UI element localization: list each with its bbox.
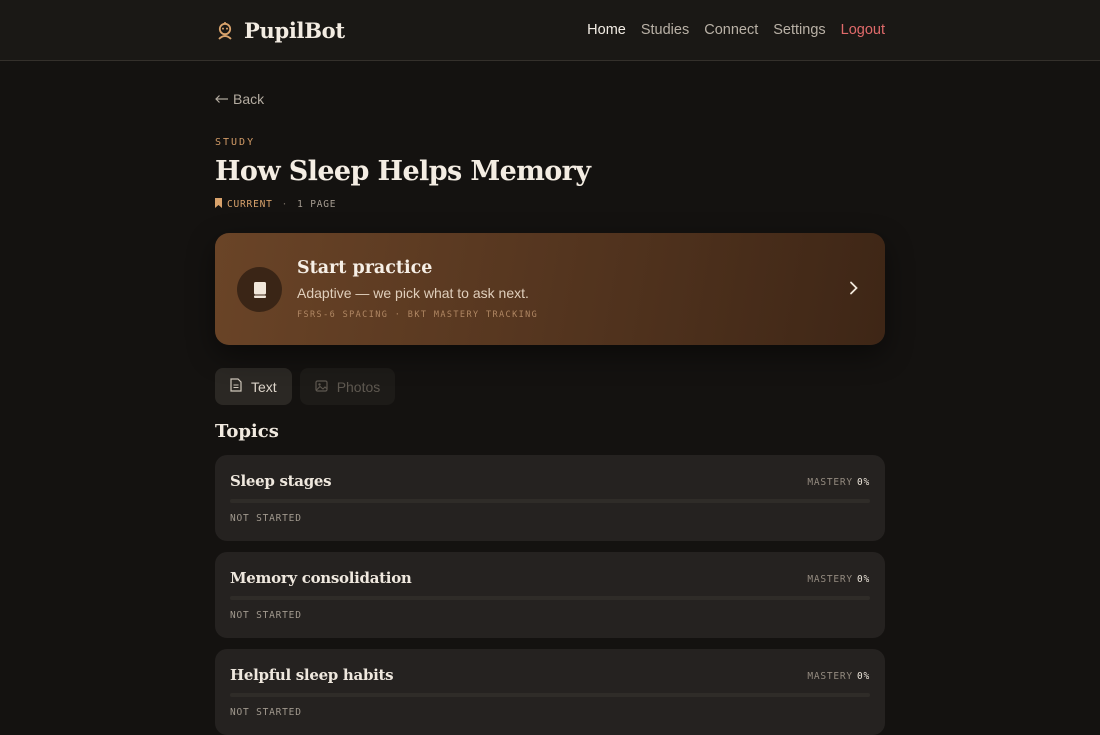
mastery-progress-bar bbox=[230, 596, 870, 600]
main-nav: Home Studies Connect Settings Logout bbox=[587, 22, 885, 38]
nav-settings[interactable]: Settings bbox=[773, 22, 825, 38]
status-badge: CURRENT bbox=[215, 198, 273, 211]
mastery-value: 0% bbox=[856, 574, 870, 585]
practice-tags: FSRS-6 SPACING · BKT MASTERY TRACKING bbox=[297, 310, 539, 320]
mastery-label: MASTERY bbox=[807, 671, 853, 682]
page-count: 1 PAGE bbox=[297, 199, 337, 210]
tab-photos-label: Photos bbox=[336, 378, 381, 395]
topic-card[interactable]: Helpful sleep habits MASTERY 0% NOT START… bbox=[215, 649, 885, 735]
topic-name: Memory consolidation bbox=[230, 569, 412, 587]
arrow-left-icon bbox=[215, 91, 229, 107]
start-practice-card[interactable]: Start practice Adaptive — we pick what t… bbox=[215, 233, 885, 345]
topic-mastery: MASTERY 0% bbox=[807, 671, 870, 682]
bookmark-icon bbox=[215, 198, 222, 211]
status-label: CURRENT bbox=[227, 199, 273, 210]
topic-mastery: MASTERY 0% bbox=[807, 574, 870, 585]
back-label: Back bbox=[233, 91, 265, 107]
nav-connect[interactable]: Connect bbox=[704, 22, 758, 38]
brand-logo[interactable]: PupilBot bbox=[215, 18, 345, 43]
chevron-right-icon bbox=[845, 279, 861, 297]
tab-photos[interactable]: Photos bbox=[299, 368, 396, 405]
study-meta: CURRENT · 1 PAGE bbox=[215, 198, 885, 211]
tab-text-label: Text bbox=[251, 378, 277, 395]
nav-logout[interactable]: Logout bbox=[841, 22, 885, 38]
nav-studies[interactable]: Studies bbox=[641, 22, 689, 38]
book-icon bbox=[237, 267, 282, 312]
document-icon bbox=[230, 378, 242, 395]
top-navigation-bar: PupilBot Home Studies Connect Settings L… bbox=[0, 0, 1100, 61]
topic-name: Sleep stages bbox=[230, 472, 332, 490]
topbar-inner: PupilBot Home Studies Connect Settings L… bbox=[215, 0, 885, 60]
nav-home[interactable]: Home bbox=[587, 22, 626, 38]
practice-title: Start practice bbox=[297, 258, 433, 278]
practice-subtitle: Adaptive — we pick what to ask next. bbox=[297, 285, 529, 301]
main-content: Back STUDY How Sleep Helps Memory CURREN… bbox=[215, 61, 885, 735]
mastery-label: MASTERY bbox=[807, 574, 853, 585]
topic-status: NOT STARTED bbox=[230, 513, 302, 524]
topic-mastery: MASTERY 0% bbox=[807, 477, 870, 488]
topic-card[interactable]: Memory consolidation MASTERY 0% NOT START… bbox=[215, 552, 885, 638]
mastery-label: MASTERY bbox=[807, 477, 853, 488]
mastery-value: 0% bbox=[856, 671, 870, 682]
meta-separator: · bbox=[281, 199, 289, 210]
page-title: How Sleep Helps Memory bbox=[215, 156, 591, 187]
mastery-progress-bar bbox=[230, 499, 870, 503]
topic-status: NOT STARTED bbox=[230, 610, 302, 621]
page-eyebrow: STUDY bbox=[215, 137, 256, 148]
topics-heading: Topics bbox=[215, 421, 279, 442]
image-icon bbox=[315, 379, 328, 395]
topic-card[interactable]: Sleep stages MASTERY 0% NOT STARTED bbox=[215, 455, 885, 541]
mastery-progress-bar bbox=[230, 693, 870, 697]
topic-name: Helpful sleep habits bbox=[230, 666, 394, 684]
topics-list: Sleep stages MASTERY 0% NOT STARTED Memor… bbox=[215, 455, 885, 735]
content-tabs: Text Photos bbox=[215, 368, 885, 405]
app-name: PupilBot bbox=[244, 17, 345, 43]
mastery-value: 0% bbox=[856, 477, 870, 488]
topic-status: NOT STARTED bbox=[230, 707, 302, 718]
back-link[interactable]: Back bbox=[215, 91, 264, 107]
tab-text[interactable]: Text bbox=[215, 368, 292, 405]
robot-icon bbox=[215, 20, 235, 40]
